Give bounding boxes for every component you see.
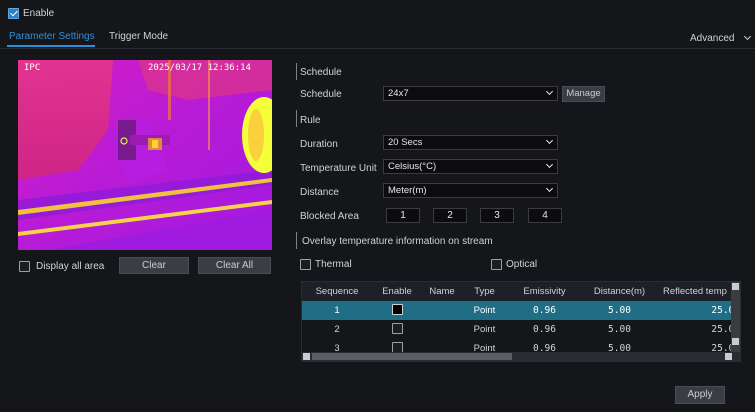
schedule-label: Schedule <box>300 89 342 100</box>
temperature-unit-label: Temperature Unit <box>300 163 377 174</box>
advanced-label: Advanced <box>690 33 735 44</box>
thermal-checkbox[interactable]: Thermal <box>300 259 352 270</box>
cell-name <box>422 320 462 339</box>
schedule-value: 24x7 <box>388 88 409 99</box>
rule-section-title: Rule <box>300 115 321 126</box>
chevron-down-icon <box>545 160 554 169</box>
scroll-up-icon[interactable] <box>732 283 739 290</box>
chevron-down-icon <box>545 136 554 145</box>
schedule-select[interactable]: 24x7 <box>383 86 558 101</box>
cell-type: Point <box>462 301 507 320</box>
cell-emissivity: 0.96 <box>507 301 582 320</box>
channel-label: IPC <box>24 63 41 73</box>
chevron-down-icon <box>545 184 554 193</box>
col-reflected-temp: Reflected temp <box>657 282 740 301</box>
row-enable-checkbox[interactable] <box>391 303 403 315</box>
cell-distance: 5.00 <box>582 301 657 320</box>
table-row[interactable]: 1 Point 0.96 5.00 25.00 <box>302 301 740 320</box>
thermal-preview[interactable]: IPC 2025/03/17 12:36:14 <box>18 60 272 250</box>
col-name: Name <box>422 282 462 301</box>
blocked-area-label: Blocked Area <box>300 211 359 222</box>
overlay-section-title: Overlay temperature information on strea… <box>302 236 493 247</box>
thermal-label: Thermal <box>315 259 352 270</box>
table-row[interactable]: 2 Point 0.96 5.00 25.00 <box>302 320 740 339</box>
col-enable: Enable <box>372 282 422 301</box>
blocked-area-1[interactable]: 1 <box>386 208 420 223</box>
horizontal-scrollbar[interactable] <box>302 352 740 361</box>
optical-label: Optical <box>506 259 538 270</box>
optical-checkbox[interactable]: Optical <box>491 259 537 270</box>
cell-reflected: 25.00 <box>657 301 740 320</box>
thermal-box[interactable] <box>300 259 311 270</box>
row-enable-checkbox[interactable] <box>391 341 403 353</box>
distance-value: Meter(m) <box>388 185 427 196</box>
cell-sequence: 1 <box>302 301 372 320</box>
duration-select[interactable]: 20 Secs <box>383 135 558 150</box>
clear-button[interactable]: Clear <box>119 257 189 274</box>
display-all-area-checkbox[interactable]: Display all area <box>19 261 104 272</box>
clear-all-button[interactable]: Clear All <box>198 257 271 274</box>
cell-name <box>422 301 462 320</box>
display-all-area-box[interactable] <box>19 261 30 272</box>
vertical-scrollbar[interactable] <box>731 282 740 354</box>
temperature-unit-value: Celsius(°C) <box>388 161 437 172</box>
scroll-down-icon[interactable] <box>732 338 739 345</box>
cell-distance: 5.00 <box>582 320 657 339</box>
row-enable-checkbox[interactable] <box>391 322 403 334</box>
cell-sequence: 2 <box>302 320 372 339</box>
col-emissivity: Emissivity <box>507 282 582 301</box>
enable-label: Enable <box>23 8 55 19</box>
chevron-down-icon <box>744 32 752 41</box>
cell-enable[interactable] <box>372 301 422 320</box>
duration-value: 20 Secs <box>388 137 423 148</box>
blocked-area-2[interactable]: 2 <box>433 208 467 223</box>
blocked-area-3[interactable]: 3 <box>480 208 514 223</box>
enable-checkbox[interactable]: Enable <box>8 8 54 19</box>
temperature-unit-select[interactable]: Celsius(°C) <box>383 159 558 174</box>
manage-button[interactable]: Manage <box>562 86 605 102</box>
thermal-image <box>18 60 272 250</box>
blocked-area-4[interactable]: 4 <box>528 208 562 223</box>
distance-label: Distance <box>300 187 339 198</box>
col-sequence: Sequence <box>302 282 372 301</box>
tab-trigger-mode[interactable]: Trigger Mode <box>109 31 168 42</box>
active-tab-underline <box>7 45 95 47</box>
optical-box[interactable] <box>491 259 502 270</box>
chevron-down-icon <box>545 87 554 96</box>
cell-emissivity: 0.96 <box>507 320 582 339</box>
col-type: Type <box>462 282 507 301</box>
distance-select[interactable]: Meter(m) <box>383 183 558 198</box>
cell-reflected: 25.00 <box>657 320 740 339</box>
advanced-dropdown[interactable]: Advanced <box>690 32 752 44</box>
enable-checkbox-box[interactable] <box>8 8 19 19</box>
apply-button[interactable]: Apply <box>675 386 725 404</box>
overlay-section-bar <box>296 232 297 249</box>
timestamp: 2025/03/17 12:36:14 <box>148 63 251 73</box>
cell-type: Point <box>462 320 507 339</box>
tab-parameter-settings[interactable]: Parameter Settings <box>9 31 95 42</box>
scroll-right-icon[interactable] <box>725 353 732 360</box>
scroll-left-icon[interactable] <box>303 353 310 360</box>
duration-label: Duration <box>300 139 338 150</box>
col-distance: Distance(m) <box>582 282 657 301</box>
area-table[interactable]: Sequence Enable Name Type Emissivity Dis… <box>301 281 741 362</box>
display-all-area-label: Display all area <box>36 261 105 272</box>
schedule-section-title: Schedule <box>300 67 342 78</box>
rule-section-bar <box>296 110 297 127</box>
schedule-section-bar <box>296 63 297 80</box>
horizontal-scroll-thumb[interactable] <box>312 353 512 360</box>
tab-divider <box>0 48 755 49</box>
cell-enable[interactable] <box>372 320 422 339</box>
